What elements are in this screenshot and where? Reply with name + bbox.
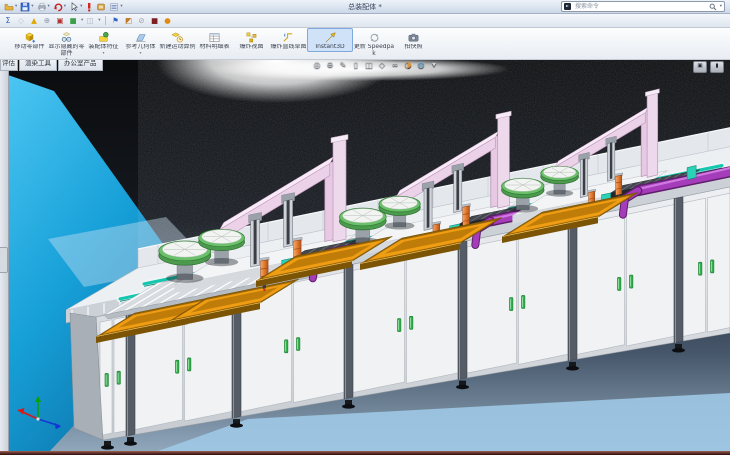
cm-explode-line-sketch-button[interactable]: 爆炸直线草图 xyxy=(270,28,307,51)
toolbar-separator xyxy=(105,16,106,25)
featuremanager-flyout-tab[interactable] xyxy=(0,247,8,273)
rebuild-button[interactable] xyxy=(84,1,94,12)
cm-move-component-button[interactable]: 移动零部件 xyxy=(11,28,48,51)
display-states-icon[interactable]: ◫ xyxy=(84,15,96,27)
edit-appearance-icon[interactable]: ◑ xyxy=(403,59,413,70)
apply-scene-icon[interactable]: ◍ xyxy=(416,59,426,70)
assembly-model-scene[interactable] xyxy=(8,57,730,451)
cm-new-motion-study-button[interactable]: 新建运动算例 xyxy=(159,28,196,51)
search-icon[interactable] xyxy=(709,3,717,11)
undo-icon xyxy=(53,2,63,12)
rebuild-icon xyxy=(85,2,93,12)
cm-reference-geometry-button[interactable]: 参考几何体 ▾ xyxy=(122,28,159,55)
save-icon xyxy=(20,2,30,12)
render-tools-icon[interactable]: ◩ xyxy=(123,15,135,27)
cm-bill-of-materials-button[interactable]: 材料明细表 xyxy=(196,28,233,51)
animation-icon[interactable]: ⚑ xyxy=(110,15,122,27)
command-manager: 配合 移动零部件 显示隐藏的零部件 ▾ 装配体特征 ▾ 参考几何体 ▾ 新建运动… xyxy=(0,28,730,60)
undo-button[interactable]: ▾ xyxy=(52,1,67,12)
appearance-button[interactable] xyxy=(95,1,107,12)
command-search[interactable]: ▾ xyxy=(561,1,725,12)
select-cursor-icon xyxy=(69,2,79,12)
move-component-icon[interactable]: ⊕ xyxy=(41,15,53,27)
freeze-bar-icon[interactable]: ◇ xyxy=(15,15,27,27)
search-input[interactable] xyxy=(573,2,707,11)
search-dropdown-caret[interactable]: ▾ xyxy=(720,4,722,9)
restore-window-button[interactable]: ▣ xyxy=(693,61,707,73)
smart-component-icon[interactable]: ■ xyxy=(67,15,79,27)
cm-mate-button[interactable]: 配合 xyxy=(0,28,11,51)
cm-show-hidden-button[interactable]: 显示隐藏的零部件 ▾ xyxy=(48,28,85,60)
viewport-canvas[interactable]: ◎ ⊕ ✎ ▯ ◫ ◇ ∞ ◑ ◍ ▾ ▣ ▮ xyxy=(8,57,730,451)
hide-show-items-icon[interactable]: ∞ xyxy=(390,59,400,70)
reference-geometry-icon xyxy=(134,30,147,44)
view-orientation-icon[interactable]: ◫ xyxy=(364,59,374,70)
exploded-view-icon xyxy=(245,30,258,44)
options-button[interactable]: ▾ xyxy=(108,1,123,12)
component-preview-icon[interactable]: ▣ xyxy=(54,15,66,27)
material-icon[interactable]: ■ xyxy=(149,15,161,27)
explode-line-sketch-icon xyxy=(282,30,295,44)
assembly-toolbar: Σ ◇ ▲ ⊕ ▣ ■▾ ◫▾ ⚑ ◩ ⊘ ■ ● xyxy=(0,14,730,28)
zoom-to-fit-icon[interactable]: ◎ xyxy=(312,59,322,70)
close-window-button[interactable]: ▮ xyxy=(710,61,724,73)
cm-update-speedpak-button[interactable]: 更新 Speedpak xyxy=(353,28,395,57)
show-hidden-components-icon xyxy=(60,30,73,44)
appearance-icon xyxy=(96,2,106,12)
save-button[interactable]: ▾ xyxy=(19,1,34,12)
quick-access-toolbar: ▾ ▾ ▾ ▾ ▾ ▾ xyxy=(3,1,124,12)
open-icon xyxy=(4,2,14,12)
document-window-buttons: ▣ ▮ xyxy=(693,61,724,73)
options-icon xyxy=(109,2,119,12)
print-button[interactable]: ▾ xyxy=(36,1,51,12)
update-speedpak-icon xyxy=(368,30,381,44)
featuremanager-collapsed-panel[interactable] xyxy=(0,57,9,451)
equations-icon[interactable]: Σ xyxy=(2,15,14,27)
search-scope-icon[interactable] xyxy=(564,3,571,10)
interference-check-icon[interactable]: ▲ xyxy=(28,15,40,27)
cm-exploded-view-button[interactable]: 爆炸视图 xyxy=(233,28,270,51)
previous-view-icon[interactable]: ✎ xyxy=(338,59,348,70)
move-component-icon xyxy=(23,30,36,44)
solidworks-window: ▾ ▾ ▾ ▾ ▾ ▾ 总装配体 * xyxy=(0,0,730,455)
assembly-features-icon xyxy=(97,30,110,44)
open-button[interactable]: ▾ xyxy=(3,1,18,12)
no-section-icon[interactable]: ⊘ xyxy=(136,15,148,27)
instant3d-icon xyxy=(324,30,337,44)
view-settings-icon[interactable]: ▾ xyxy=(429,59,439,70)
display-style-icon[interactable]: ◇ xyxy=(377,59,387,70)
appearance-ball-icon[interactable]: ● xyxy=(162,15,174,27)
bill-of-materials-icon xyxy=(208,30,221,44)
print-icon xyxy=(37,2,47,12)
select-button[interactable]: ▾ xyxy=(68,1,83,12)
cm-take-snapshot-button[interactable]: 拍快照 xyxy=(395,28,432,51)
title-bar: ▾ ▾ ▾ ▾ ▾ ▾ 总装配体 * xyxy=(0,0,730,14)
heads-up-view-toolbar: ◎ ⊕ ✎ ▯ ◫ ◇ ∞ ◑ ◍ ▾ xyxy=(312,59,439,70)
cm-assembly-features-button[interactable]: 装配体特征 ▾ xyxy=(85,28,122,55)
new-motion-study-icon xyxy=(171,30,184,44)
taskbar-edge xyxy=(0,451,730,455)
take-snapshot-icon xyxy=(407,30,420,44)
cm-instant3d-button[interactable]: Instant3D xyxy=(307,28,353,52)
zoom-to-area-icon[interactable]: ⊕ xyxy=(325,59,335,70)
section-view-icon[interactable]: ▯ xyxy=(351,59,361,70)
